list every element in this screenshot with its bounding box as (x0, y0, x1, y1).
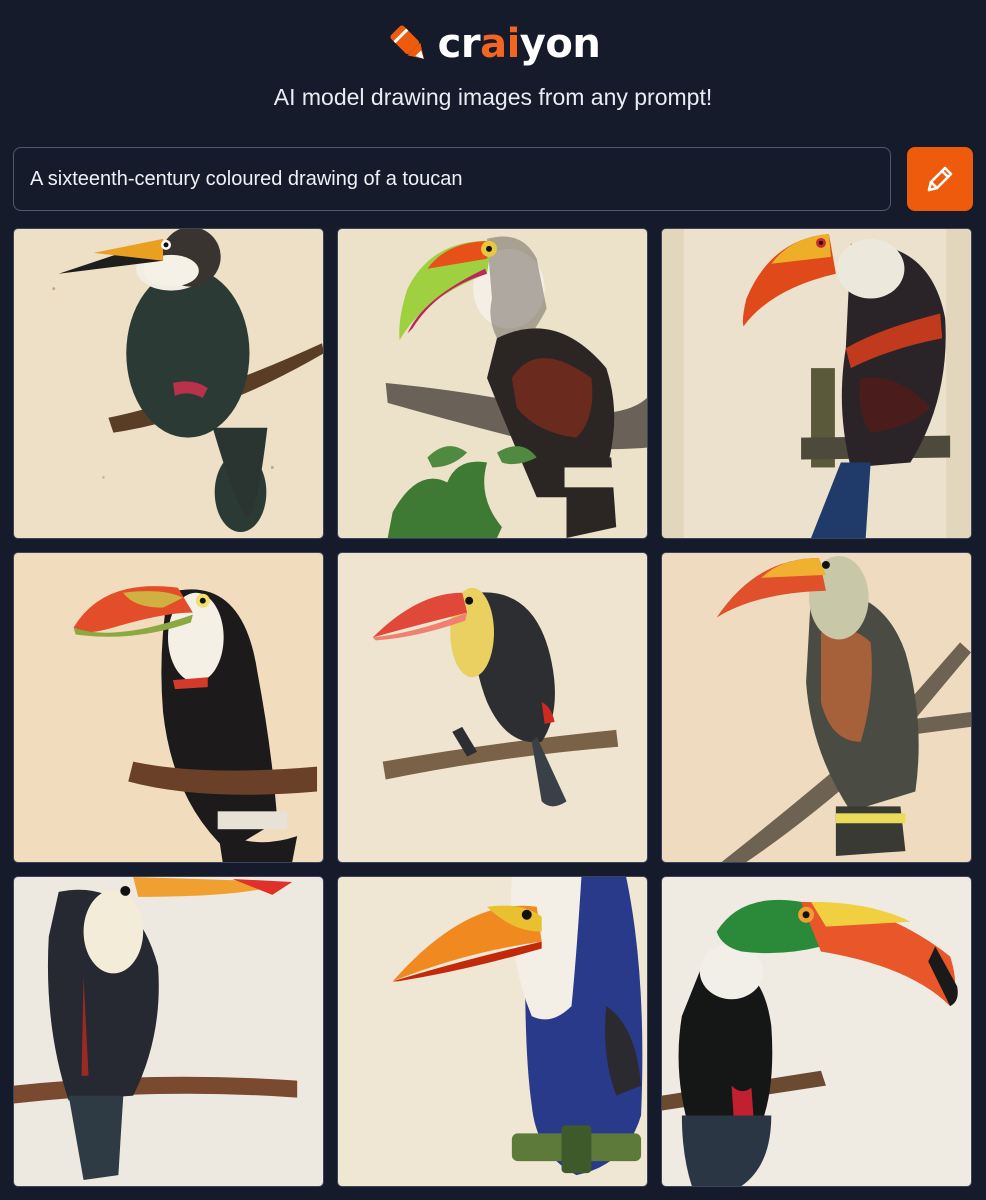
result-image-6[interactable] (661, 552, 972, 863)
tagline: AI model drawing images from any prompt! (273, 84, 713, 110)
result-image-3[interactable] (661, 228, 972, 539)
crayon-logo-icon (390, 25, 424, 59)
logo-text-suffix: yon (519, 21, 601, 67)
craiyon-page: craiyon AI model drawing images from any… (0, 0, 986, 1200)
toucan-image (338, 553, 647, 862)
draw-button[interactable] (907, 147, 973, 211)
result-image-5[interactable] (337, 552, 648, 863)
toucan-image (662, 877, 971, 1186)
result-image-7[interactable] (13, 876, 324, 1187)
result-image-8[interactable] (337, 876, 648, 1187)
result-image-1[interactable] (13, 228, 324, 539)
logo-text-prefix: cr (437, 21, 481, 67)
result-image-9[interactable] (661, 876, 972, 1187)
logo-text-accent: ai (480, 21, 520, 67)
pencil-icon (927, 166, 953, 192)
image-grid (13, 228, 973, 1188)
logo[interactable]: craiyon (0, 14, 986, 74)
result-image-4[interactable] (13, 552, 324, 863)
toucan-image (14, 553, 323, 862)
toucan-image (338, 877, 647, 1186)
toucan-image (14, 229, 323, 538)
prompt-input[interactable] (13, 147, 891, 211)
toucan-image (338, 229, 647, 538)
toucan-image (662, 553, 971, 862)
result-image-2[interactable] (337, 228, 648, 539)
toucan-image (14, 877, 323, 1186)
logo-text: craiyon (438, 21, 601, 67)
toucan-image (662, 229, 971, 538)
